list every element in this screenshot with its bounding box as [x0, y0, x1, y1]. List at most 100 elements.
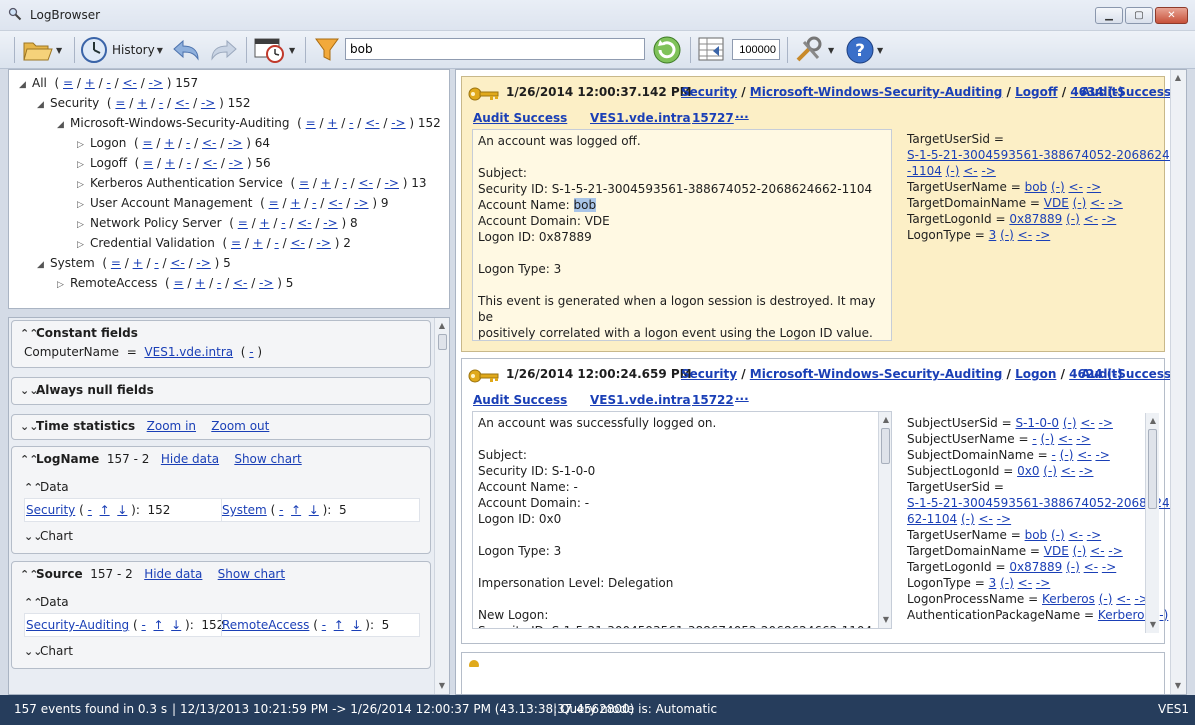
property-next-link[interactable]: ->	[1076, 432, 1090, 446]
property-prev-link[interactable]: <-	[1116, 592, 1130, 606]
tree-node[interactable]: ▷ Kerberos Authentication Service ( = / +…	[77, 176, 427, 190]
property-exclude-link[interactable]: (-)	[1043, 464, 1057, 478]
tree-op-plus[interactable]: +	[321, 176, 331, 190]
property-value-link[interactable]: 0x0	[1017, 464, 1039, 478]
tree-op-prev[interactable]: <-	[328, 196, 342, 210]
tree-op-minus[interactable]: -	[159, 96, 163, 110]
tree-node[interactable]: ◢ Security ( = / + / - / <- / -> ) 152	[37, 96, 251, 110]
property-prev-link[interactable]: <-	[1069, 528, 1083, 542]
tree-node[interactable]: ◢ Microsoft-Windows-Security-Auditing ( =…	[57, 116, 441, 130]
expand-chevron-icon[interactable]: ⌄⌄	[20, 384, 38, 397]
property-value-link[interactable]: S-1-5-21-3004593561-388674052-20686246	[907, 496, 1177, 510]
event-path-link[interactable]: Security	[681, 85, 737, 99]
data-item-name-link[interactable]: Security-Auditing	[26, 618, 129, 632]
property-exclude-link[interactable]: (-)	[1040, 432, 1054, 446]
tree-op-prev[interactable]: <-	[297, 216, 311, 230]
property-exclude-link[interactable]: (-)	[1000, 576, 1014, 590]
tree-node[interactable]: ◢ System ( = / + / - / <- / -> ) 5	[37, 256, 231, 270]
property-exclude-link[interactable]: (-)	[1066, 212, 1080, 226]
scroll-up-arrow-icon[interactable]: ▲	[1171, 71, 1185, 85]
property-prev-link[interactable]: <-	[1058, 432, 1072, 446]
data-item-name-link[interactable]: System	[222, 503, 267, 517]
property-value-link[interactable]: Kerberos	[1042, 592, 1095, 606]
tree-node[interactable]: ▷ User Account Management ( = / + / - / <…	[77, 196, 389, 210]
tree-op-minus[interactable]: -	[154, 256, 158, 270]
tree-op-prev[interactable]: <-	[203, 156, 217, 170]
property-prev-link[interactable]: <-	[1084, 560, 1098, 574]
tree-op-equals[interactable]: =	[174, 276, 184, 290]
move-up-arrow-icon[interactable]: ↑	[153, 618, 163, 632]
event-computer-link[interactable]: VES1.vde.intra	[590, 111, 691, 125]
property-value-link[interactable]: -	[1052, 448, 1056, 462]
property-value-link[interactable]: 0x87889	[1009, 560, 1062, 574]
property-next-link[interactable]: ->	[1036, 576, 1050, 590]
constant-field-exclude-link[interactable]: -	[249, 345, 253, 359]
event-card-partial[interactable]	[461, 652, 1165, 694]
show-chart-link[interactable]: Show chart	[234, 452, 301, 466]
property-exclude-link[interactable]: (-)	[1051, 528, 1065, 542]
event-path-link[interactable]: Logoff	[1015, 85, 1057, 99]
tree-op-prev[interactable]: <-	[170, 256, 184, 270]
property-value-link[interactable]: 3	[989, 228, 997, 242]
property-value-link[interactable]: 3	[989, 576, 997, 590]
properties-scrollbar[interactable]: ▲ ▼	[1145, 413, 1159, 633]
collapsed-triangle-icon[interactable]: ▷	[57, 280, 70, 290]
move-up-arrow-icon[interactable]: ↑	[334, 618, 344, 632]
horizontal-splitter[interactable]	[8, 309, 450, 317]
data-item-exclude-link[interactable]: -	[279, 503, 283, 517]
tree-op-next[interactable]: ->	[354, 196, 368, 210]
tree-node[interactable]: ▷ Logoff ( = / + / - / <- / -> ) 56	[77, 156, 271, 170]
property-value-link[interactable]: VDE	[1044, 544, 1069, 558]
tree-op-prev[interactable]: <-	[365, 116, 379, 130]
limit-input[interactable]	[732, 39, 780, 60]
move-down-arrow-icon[interactable]: ↓	[309, 503, 319, 517]
expanded-triangle-icon[interactable]: ◢	[37, 100, 50, 110]
expand-chevron-icon[interactable]: ⌄⌄	[20, 420, 38, 433]
tree-op-prev[interactable]: <-	[290, 236, 304, 250]
constant-field-value-link[interactable]: VES1.vde.intra	[144, 345, 233, 359]
event-path-link[interactable]: Logon	[1015, 367, 1056, 381]
property-prev-link[interactable]: <-	[1090, 196, 1104, 210]
tree-op-plus[interactable]: +	[85, 76, 95, 90]
tree-op-minus[interactable]: -	[343, 176, 347, 190]
tree-op-equals[interactable]: =	[63, 76, 73, 90]
expanded-triangle-icon[interactable]: ◢	[19, 80, 32, 90]
tree-op-plus[interactable]: +	[195, 276, 205, 290]
back-button[interactable]	[170, 35, 202, 65]
collapse-chevron-icon[interactable]: ⌃⌃	[24, 596, 42, 609]
scroll-down-arrow-icon[interactable]: ▼	[435, 679, 449, 693]
collapsed-triangle-icon[interactable]: ▷	[77, 200, 90, 210]
property-prev-link[interactable]: <-	[1018, 228, 1032, 242]
move-down-arrow-icon[interactable]: ↓	[171, 618, 181, 632]
refresh-button[interactable]	[652, 35, 682, 65]
property-exclude-link[interactable]: (-)	[1073, 196, 1087, 210]
tree-op-equals[interactable]: =	[269, 196, 279, 210]
events-scrollbar[interactable]: ▲ ▼	[1170, 70, 1186, 694]
property-next-link[interactable]: ->	[1108, 196, 1122, 210]
property-exclude-link[interactable]: (-)	[1073, 544, 1087, 558]
zoom-out-link[interactable]: Zoom out	[211, 419, 269, 433]
property-value-link[interactable]: bob	[1025, 180, 1048, 194]
filter-button[interactable]	[314, 35, 340, 65]
tree-node[interactable]: ▷ Credential Validation ( = / + / - / <- …	[77, 236, 351, 250]
scroll-thumb[interactable]	[438, 334, 447, 350]
collapse-chevron-icon[interactable]: ⌃⌃	[20, 453, 38, 466]
collapsed-triangle-icon[interactable]: ▷	[77, 160, 90, 170]
hide-data-link[interactable]: Hide data	[144, 567, 202, 581]
property-next-link[interactable]: ->	[1087, 528, 1101, 542]
property-exclude-link[interactable]: (-)	[1066, 560, 1080, 574]
scroll-down-arrow-icon[interactable]: ▼	[1171, 679, 1185, 693]
property-exclude-link[interactable]: (-)	[1099, 592, 1113, 606]
tree-op-next[interactable]: ->	[317, 236, 331, 250]
move-up-arrow-icon[interactable]: ↑	[291, 503, 301, 517]
tree-op-next[interactable]: ->	[228, 136, 242, 150]
property-prev-link[interactable]: <-	[1090, 544, 1104, 558]
columns-button[interactable]	[697, 35, 727, 65]
tree-op-plus[interactable]: +	[327, 116, 337, 130]
search-input[interactable]	[345, 38, 645, 60]
data-item-exclude-link[interactable]: -	[322, 618, 326, 632]
property-exclude-link[interactable]: (-)	[1051, 180, 1065, 194]
tree-node[interactable]: ▷ Network Policy Server ( = / + / - / <- …	[77, 216, 358, 230]
scroll-up-arrow-icon[interactable]: ▲	[435, 319, 449, 333]
property-exclude-link[interactable]: (-)	[1060, 448, 1074, 462]
